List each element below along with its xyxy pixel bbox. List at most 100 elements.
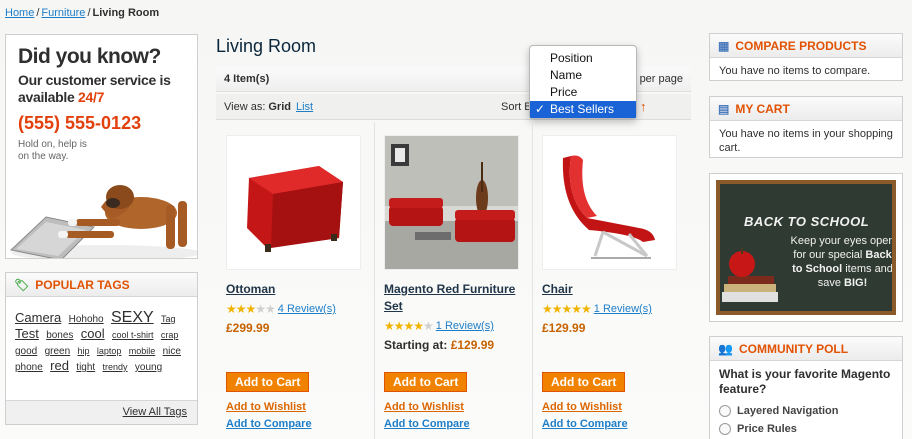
item-count: 4 Item(s) xyxy=(224,73,270,85)
rating-stars-icon: ★★★★★ xyxy=(542,302,592,316)
tag-link[interactable]: mobile xyxy=(129,346,156,356)
chair-image xyxy=(562,155,655,259)
sort-direction-arrow-icon[interactable]: ↑ xyxy=(640,99,647,114)
tag-link[interactable]: young xyxy=(135,362,162,373)
cart-icon: ▤ xyxy=(718,101,730,116)
cart-title: My Cart xyxy=(735,101,790,116)
compare-products-block: ▦ Compare Products You have no items to … xyxy=(709,33,903,81)
rating-stars-icon: ★★★★★ xyxy=(226,302,276,316)
sort-option-position[interactable]: Position xyxy=(530,50,636,67)
sort-option-price[interactable]: Price xyxy=(530,84,636,101)
price-value: £129.99 xyxy=(450,338,495,352)
product-item: Chair ★★★★★ 1 Review(s) £129.99 Add to C… xyxy=(542,135,687,430)
tag-link[interactable]: phone xyxy=(15,362,43,373)
furniture-set-image xyxy=(385,136,518,269)
page-title: Living Room xyxy=(216,36,317,56)
product-name-link[interactable]: Ottoman xyxy=(226,282,275,296)
product-item: Ottoman ★★★★★ 4 Review(s) £299.99 Add to… xyxy=(226,135,371,430)
product-rating: ★★★★★ 1 Review(s) xyxy=(384,319,529,333)
add-to-cart-button[interactable]: Add to Cart xyxy=(226,372,310,392)
rating-stars-icon: ★★★★★ xyxy=(384,319,434,333)
sort-option-name[interactable]: Name xyxy=(530,67,636,84)
product-price: £129.99 xyxy=(542,321,586,335)
ottoman-image xyxy=(247,166,343,252)
tag-link[interactable]: green xyxy=(45,346,71,357)
chalkboard: BACK TO SCHOOL Keep your eyes open for o… xyxy=(716,180,896,315)
sort-by-dropdown[interactable]: Position Name Price ✓ Best Sellers xyxy=(529,45,637,119)
compare-empty-text: You have no items to compare. xyxy=(719,65,871,77)
breadcrumb-separator: / xyxy=(36,7,40,19)
view-all-tags-link[interactable]: View All Tags xyxy=(123,406,187,418)
popular-tags-title: Popular Tags xyxy=(35,277,130,292)
compare-header: ▦ Compare Products xyxy=(710,34,902,58)
product-rating: ★★★★★ 1 Review(s) xyxy=(542,302,687,316)
product-image[interactable] xyxy=(384,135,519,270)
tag-link[interactable]: bones xyxy=(46,330,73,341)
back-to-school-banner[interactable]: BACK TO SCHOOL Keep your eyes open for o… xyxy=(709,173,903,322)
product-links: Add to Wishlist Add to Compare xyxy=(542,399,628,433)
reviews-link[interactable]: 1 Review(s) xyxy=(594,303,652,315)
tag-link[interactable]: hip xyxy=(78,346,90,356)
banner-text: Keep your eyes open for our special Back… xyxy=(790,234,892,290)
tag-link[interactable]: Test xyxy=(15,326,39,341)
product-rating: ★★★★★ 4 Review(s) xyxy=(226,302,371,316)
tag-link[interactable]: nice xyxy=(163,346,181,357)
tag-link[interactable]: crap xyxy=(161,330,179,340)
view-mode-grid: Grid xyxy=(268,101,291,113)
tags-cloud: Camera Hohoho SEXY Tag Test bones cool c… xyxy=(6,297,197,375)
tag-link[interactable]: Hohoho xyxy=(69,314,104,325)
promo-phone: (555) 555-0123 xyxy=(18,113,142,133)
product-image[interactable] xyxy=(542,135,677,270)
product-name-link[interactable]: Chair xyxy=(542,282,573,296)
add-to-cart-button[interactable]: Add to Cart xyxy=(542,372,626,392)
sort-option-best-sellers[interactable]: ✓ Best Sellers xyxy=(530,101,636,118)
view-mode-list[interactable]: List xyxy=(296,101,313,113)
per-page-label: per page xyxy=(639,73,683,85)
poll-question: What is your favorite Magento feature? xyxy=(719,367,891,396)
tag-link[interactable]: good xyxy=(15,346,37,357)
add-to-cart-button[interactable]: Add to Cart xyxy=(384,372,468,392)
customer-service-promo[interactable]: Did you know? Our customer service is av… xyxy=(5,34,198,259)
poll-option[interactable]: Layered Navigation xyxy=(710,403,902,421)
add-to-wishlist-link[interactable]: Add to Wishlist xyxy=(542,401,622,413)
radio-button[interactable] xyxy=(719,423,731,435)
product-name-link[interactable]: Magento Red Furniture Set xyxy=(384,282,515,313)
breadcrumb-furniture[interactable]: Furniture xyxy=(41,7,85,19)
cart-header: ▤ My Cart xyxy=(710,97,902,121)
poll-title: Community Poll xyxy=(738,341,849,356)
poll-option-label: Price Rules xyxy=(737,423,797,435)
starting-at-label: Starting at: xyxy=(384,338,448,352)
add-to-wishlist-link[interactable]: Add to Wishlist xyxy=(384,401,464,413)
tag-link[interactable]: red xyxy=(50,358,69,373)
product-image[interactable] xyxy=(226,135,361,270)
product-price: £299.99 xyxy=(226,321,270,335)
tag-link[interactable]: laptop xyxy=(97,346,122,356)
product-links: Add to Wishlist Add to Compare xyxy=(384,399,470,433)
reviews-link[interactable]: 1 Review(s) xyxy=(436,320,494,332)
add-to-compare-link[interactable]: Add to Compare xyxy=(226,418,312,430)
promo-heading: Did you know? xyxy=(18,45,161,68)
radio-button[interactable] xyxy=(719,405,731,417)
product-links: Add to Wishlist Add to Compare xyxy=(226,399,312,433)
add-to-compare-link[interactable]: Add to Compare xyxy=(542,418,628,430)
reviews-link[interactable]: 4 Review(s) xyxy=(278,303,336,315)
add-to-wishlist-link[interactable]: Add to Wishlist xyxy=(226,401,306,413)
tag-link[interactable]: Camera xyxy=(15,310,61,325)
breadcrumb-separator: / xyxy=(87,7,91,19)
tag-link[interactable]: cool t-shirt xyxy=(112,330,154,340)
tag-link[interactable]: cool xyxy=(81,326,105,341)
product-price: Starting at: £129.99 xyxy=(384,338,529,352)
tag-link[interactable]: Tag xyxy=(161,314,176,324)
dog-laptop-image xyxy=(9,185,197,258)
breadcrumb-home[interactable]: Home xyxy=(5,7,34,19)
tag-link[interactable]: tight xyxy=(76,362,95,373)
tags-footer: View All Tags xyxy=(6,400,197,424)
banner-title: BACK TO SCHOOL xyxy=(744,214,870,229)
breadcrumb: Home / Furniture / Living Room xyxy=(5,7,159,19)
poll-option[interactable]: Price Rules xyxy=(710,421,902,439)
tag-link[interactable]: trendy xyxy=(103,362,128,372)
add-to-compare-link[interactable]: Add to Compare xyxy=(384,418,470,430)
cart-empty-text: You have no items in your shopping cart. xyxy=(719,128,893,154)
product-item: Magento Red Furniture Set ★★★★★ 1 Review… xyxy=(384,135,529,430)
tag-link[interactable]: SEXY xyxy=(111,309,154,326)
